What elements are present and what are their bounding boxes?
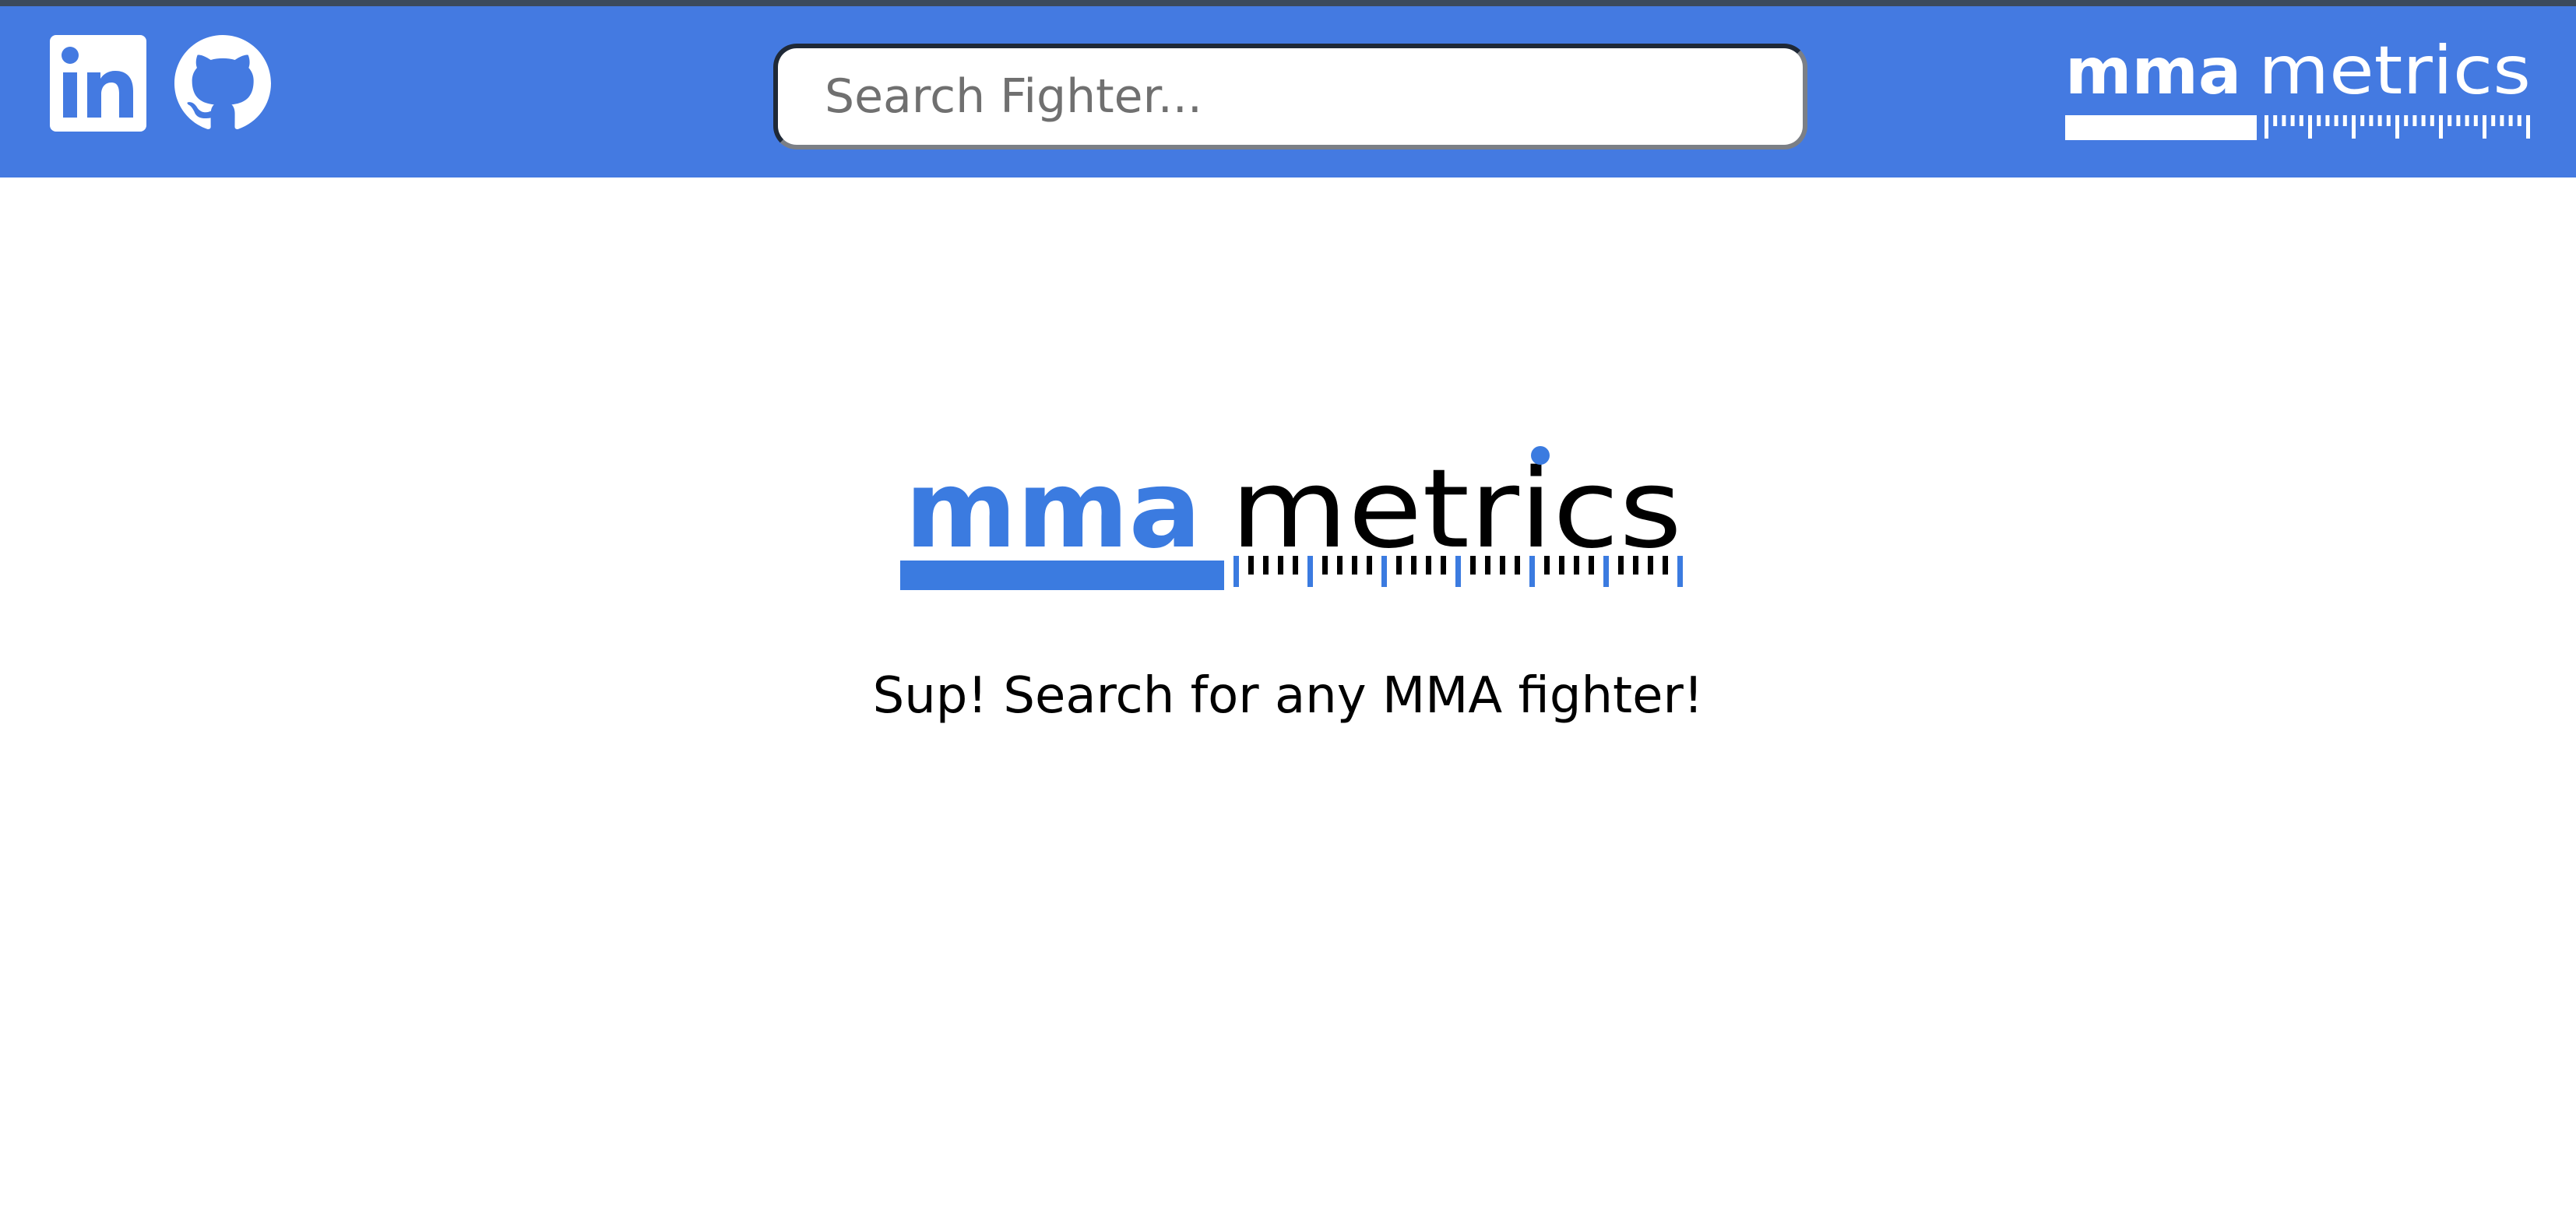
github-link[interactable] [174,35,271,132]
navbar-logo: mma metrics [2065,32,2531,140]
navbar-logo-text-light: metrics [2258,32,2531,110]
navbar-logo-text-bold: mma [2065,35,2241,109]
github-icon [174,35,271,129]
hero-logo-text-bold: mma [905,447,1202,572]
tagline: Sup! Search for any MMA fighter! [872,667,1704,725]
hero-logo-text-light: metrics [1230,446,1682,573]
linkedin-link[interactable] [50,35,146,132]
linkedin-icon [50,35,146,132]
page: mma metrics mma metrics Sup! Search for … [0,0,2576,1216]
window-top-border [0,0,2576,6]
navbar-logo-link[interactable]: mma metrics [2064,30,2532,146]
navbar: mma metrics [0,6,2576,177]
hero-logo: mma metrics [900,438,1684,595]
search-fighter-input[interactable] [773,44,1807,149]
